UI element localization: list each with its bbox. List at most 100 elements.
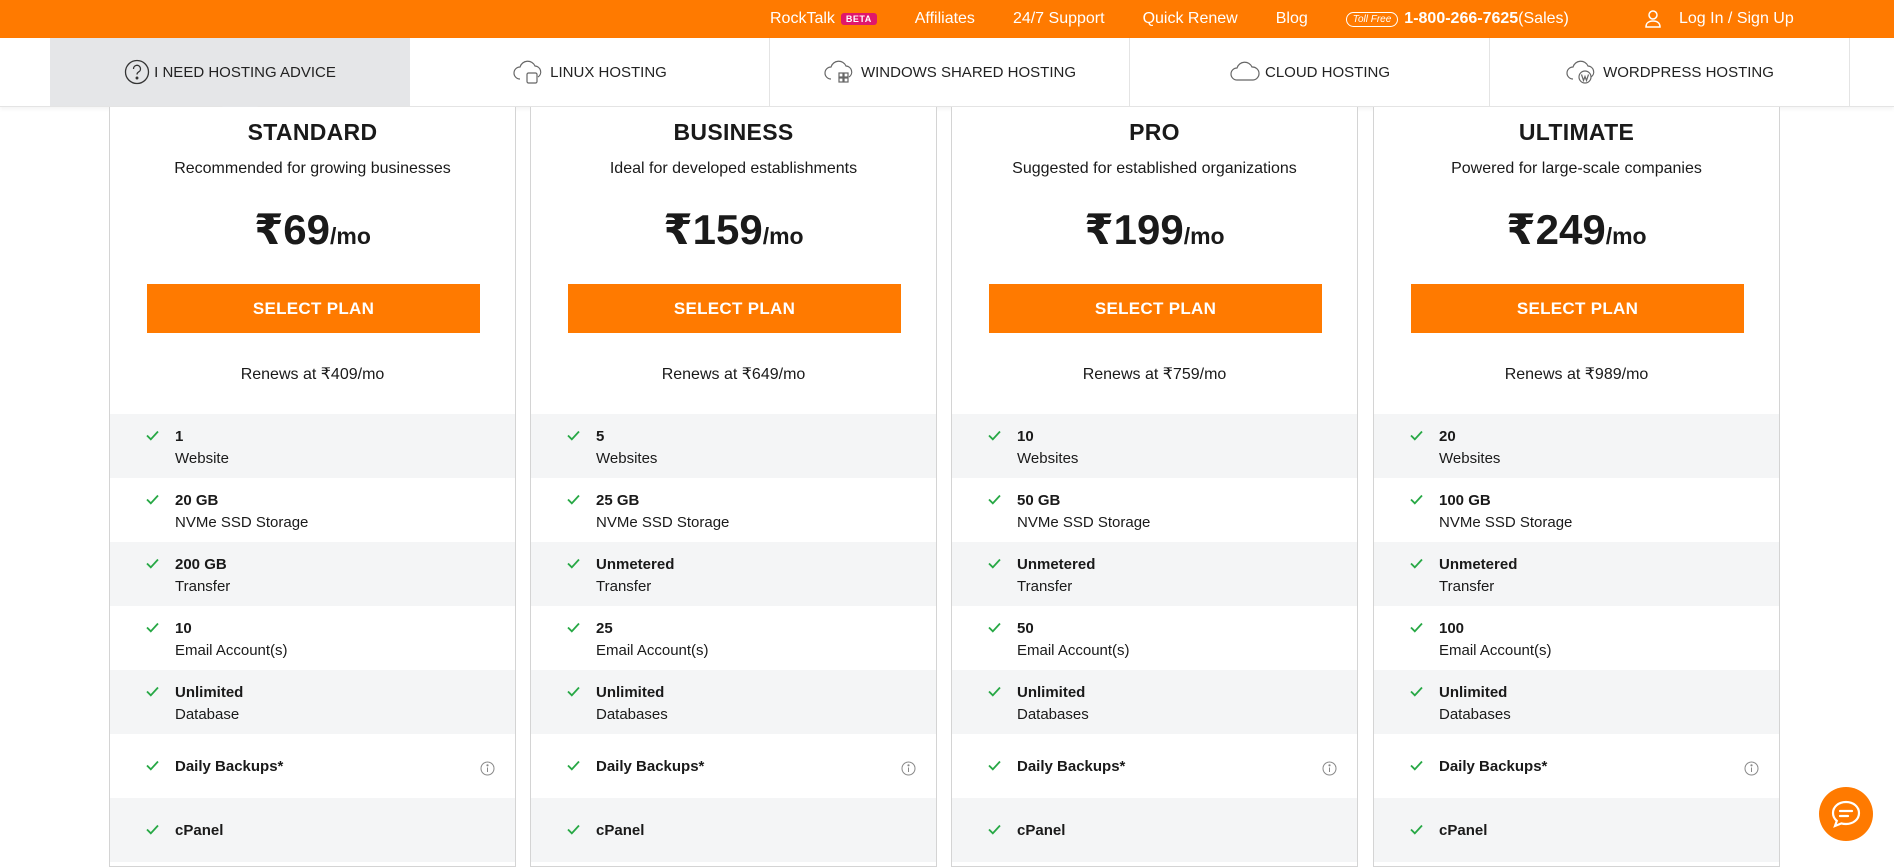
feature-value: Unmetered [596, 556, 675, 573]
feature-row: 10 Websites [952, 414, 1357, 478]
feature-label: Database [175, 706, 240, 723]
check-icon [988, 492, 1001, 510]
quick-renew-link[interactable]: Quick Renew [1143, 10, 1238, 28]
feature-label: Databases [596, 706, 668, 723]
feature-value: cPanel [175, 822, 224, 839]
plan-card-business: BUSINESS Ideal for developed establishmen… [530, 107, 937, 867]
chat-button[interactable] [1819, 787, 1873, 841]
chat-icon [1831, 800, 1861, 828]
login-link[interactable]: Log In / Sign Up [1645, 0, 1794, 38]
plan-name: ULTIMATE [1518, 119, 1635, 145]
feature-label: Websites [596, 450, 658, 467]
top-bar: RockTalk BETA Affiliates 24/7 Support Qui… [0, 0, 1894, 38]
feature-row: Unlimited Database [110, 670, 515, 734]
feature-value: 10 [175, 620, 192, 637]
renewal-price: Renews at ₹649/mo [661, 366, 806, 383]
select-plan-button[interactable]: SELECT PLAN [989, 284, 1322, 333]
tab-label: WINDOWS SHARED HOSTING [860, 63, 1076, 81]
feature-value: Unlimited [596, 684, 665, 701]
tab-windows-shared-hosting[interactable]: WINDOWS SHARED HOSTING [770, 38, 1130, 106]
feature-row: 10 Email Account(s) [110, 606, 515, 670]
feature-label: Databases [1017, 706, 1089, 723]
check-icon [567, 684, 580, 702]
blog-link[interactable]: Blog [1276, 10, 1308, 28]
feature-label: Transfer [1439, 578, 1495, 595]
feature-row: Unlimited Databases [1374, 670, 1779, 734]
select-plan-button[interactable]: SELECT PLAN [568, 284, 901, 333]
plan-price: ₹199/mo [952, 205, 1357, 254]
check-icon [146, 492, 159, 510]
wordpress-cloud-icon [1566, 60, 1595, 84]
feature-row: Daily Backups* [531, 734, 936, 798]
feature-list: 10 Websites 50 GB NVMe SSD Storage Unmetered… [952, 414, 1357, 862]
feature-label: Website [175, 450, 229, 467]
info-icon[interactable] [480, 761, 495, 781]
feature-row: cPanel [1374, 798, 1779, 862]
feature-value: 200 GB [175, 556, 227, 573]
plan-name: BUSINESS [673, 119, 794, 145]
tab-hosting-advice[interactable]: I NEED HOSTING ADVICE [50, 38, 410, 124]
check-icon [146, 428, 159, 446]
price-period: /mo [1605, 223, 1647, 249]
feature-label: Email Account(s) [1439, 642, 1552, 659]
tab-linux-hosting[interactable]: LINUX HOSTING [410, 38, 770, 106]
feature-label: Email Account(s) [1017, 642, 1130, 659]
windows-cloud-icon [824, 60, 853, 83]
check-icon [988, 620, 1001, 638]
feature-row: 5 Websites [531, 414, 936, 478]
feature-row: 20 GB NVMe SSD Storage [110, 478, 515, 542]
check-icon [146, 620, 159, 638]
feature-label: Email Account(s) [596, 642, 709, 659]
feature-value: 100 GB [1439, 492, 1491, 509]
info-icon[interactable] [1322, 761, 1337, 781]
plan-name: STANDARD [247, 119, 378, 145]
feature-row: 200 GB Transfer [110, 542, 515, 606]
price-period: /mo [762, 223, 804, 249]
check-icon [567, 620, 580, 638]
tab-label: I NEED HOSTING ADVICE [154, 63, 336, 81]
feature-value: Unmetered [1439, 556, 1518, 573]
feature-value: Daily Backups* [596, 758, 705, 775]
feature-label: NVMe SSD Storage [1439, 514, 1573, 531]
check-icon [988, 758, 1001, 776]
check-icon [988, 556, 1001, 574]
feature-label: NVMe SSD Storage [1017, 514, 1151, 531]
price-amount: ₹199 [1084, 206, 1184, 253]
feature-value: Unlimited [1439, 684, 1508, 701]
feature-list: 20 Websites 100 GB NVMe SSD Storage Unmetere… [1374, 414, 1779, 862]
affiliates-link[interactable]: Affiliates [915, 10, 975, 28]
support-link[interactable]: 24/7 Support [1013, 10, 1105, 28]
plan-description: Ideal for developed establishments [609, 160, 858, 177]
plan-card-pro: PRO Suggested for established organizatio… [951, 107, 1358, 867]
check-icon [1410, 822, 1423, 840]
feature-row: Daily Backups* [1374, 734, 1779, 798]
feature-row: Daily Backups* [110, 734, 515, 798]
question-icon [124, 59, 150, 85]
select-plan-button[interactable]: SELECT PLAN [147, 284, 480, 333]
tab-cloud-hosting[interactable]: CLOUD HOSTING [1130, 38, 1490, 106]
tab-wordpress-hosting[interactable]: WORDPRESS HOSTING [1490, 38, 1850, 106]
feature-row: cPanel [952, 798, 1357, 862]
linux-cloud-icon [513, 60, 542, 84]
info-icon[interactable] [901, 761, 916, 781]
feature-row: Unlimited Databases [531, 670, 936, 734]
check-icon [988, 428, 1001, 446]
rocktalk-link[interactable]: RockTalk BETA [770, 10, 877, 28]
plan-name: PRO [1129, 119, 1180, 145]
feature-value: cPanel [1017, 822, 1066, 839]
feature-value: Daily Backups* [1439, 758, 1548, 775]
check-icon [1410, 620, 1423, 638]
feature-label: Websites [1017, 450, 1079, 467]
feature-label: NVMe SSD Storage [596, 514, 730, 531]
plan-price: ₹159/mo [531, 205, 936, 254]
feature-row: Unmetered Transfer [952, 542, 1357, 606]
phone-link[interactable]: Toll Free 1-800-266-7625 (Sales) [1345, 10, 1569, 28]
toll-free-badge: Toll Free [1345, 11, 1399, 27]
info-icon[interactable] [1744, 761, 1759, 781]
feature-row: 1 Website [110, 414, 515, 478]
feature-row: 20 Websites [1374, 414, 1779, 478]
select-plan-button[interactable]: SELECT PLAN [1411, 284, 1744, 333]
check-icon [567, 492, 580, 510]
feature-value: 25 [596, 620, 613, 637]
feature-row: cPanel [110, 798, 515, 862]
